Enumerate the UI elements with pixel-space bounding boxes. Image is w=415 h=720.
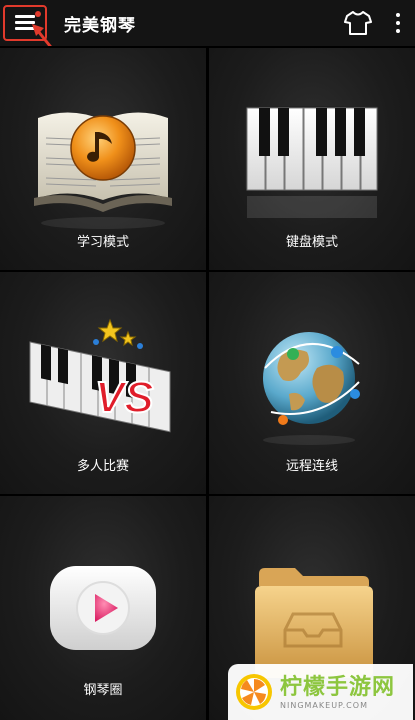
tile-label: 钢琴圈 bbox=[83, 683, 123, 698]
tile-multiplayer[interactable]: VS 多人比赛 bbox=[0, 272, 206, 494]
tile-remote-connection[interactable]: 远程连线 bbox=[209, 272, 415, 494]
watermark-name: 柠檬手游网 bbox=[280, 674, 396, 700]
tile-piano-circle[interactable]: 钢琴圈 bbox=[0, 496, 206, 720]
tile-label: 远程连线 bbox=[285, 459, 338, 474]
tile-label: 学习模式 bbox=[76, 235, 129, 250]
svg-text:VS: VS bbox=[95, 373, 154, 422]
tile-label: 键盘模式 bbox=[285, 235, 338, 250]
watermark-url: NINGMAKEUP.COM bbox=[280, 700, 368, 710]
more-options-button[interactable] bbox=[392, 11, 404, 35]
watermark: 柠檬手游网 NINGMAKEUP.COM bbox=[228, 664, 413, 720]
tile-learning-mode[interactable]: 学习模式 bbox=[0, 48, 206, 270]
more-vertical-icon bbox=[396, 13, 400, 17]
app-title: 完美钢琴 bbox=[64, 16, 136, 36]
mode-grid: 学习模式 键盘模式 VS 多人比赛 远程连线 钢琴圈 bbox=[0, 46, 415, 720]
tile-keyboard-mode[interactable]: 键盘模式 bbox=[209, 48, 415, 270]
tshirt-icon[interactable] bbox=[344, 10, 372, 36]
notification-dot bbox=[35, 11, 41, 17]
tile-label: 多人比赛 bbox=[76, 459, 129, 474]
app-bar: 完美钢琴 bbox=[0, 0, 415, 67]
lemon-logo-icon bbox=[236, 674, 272, 710]
